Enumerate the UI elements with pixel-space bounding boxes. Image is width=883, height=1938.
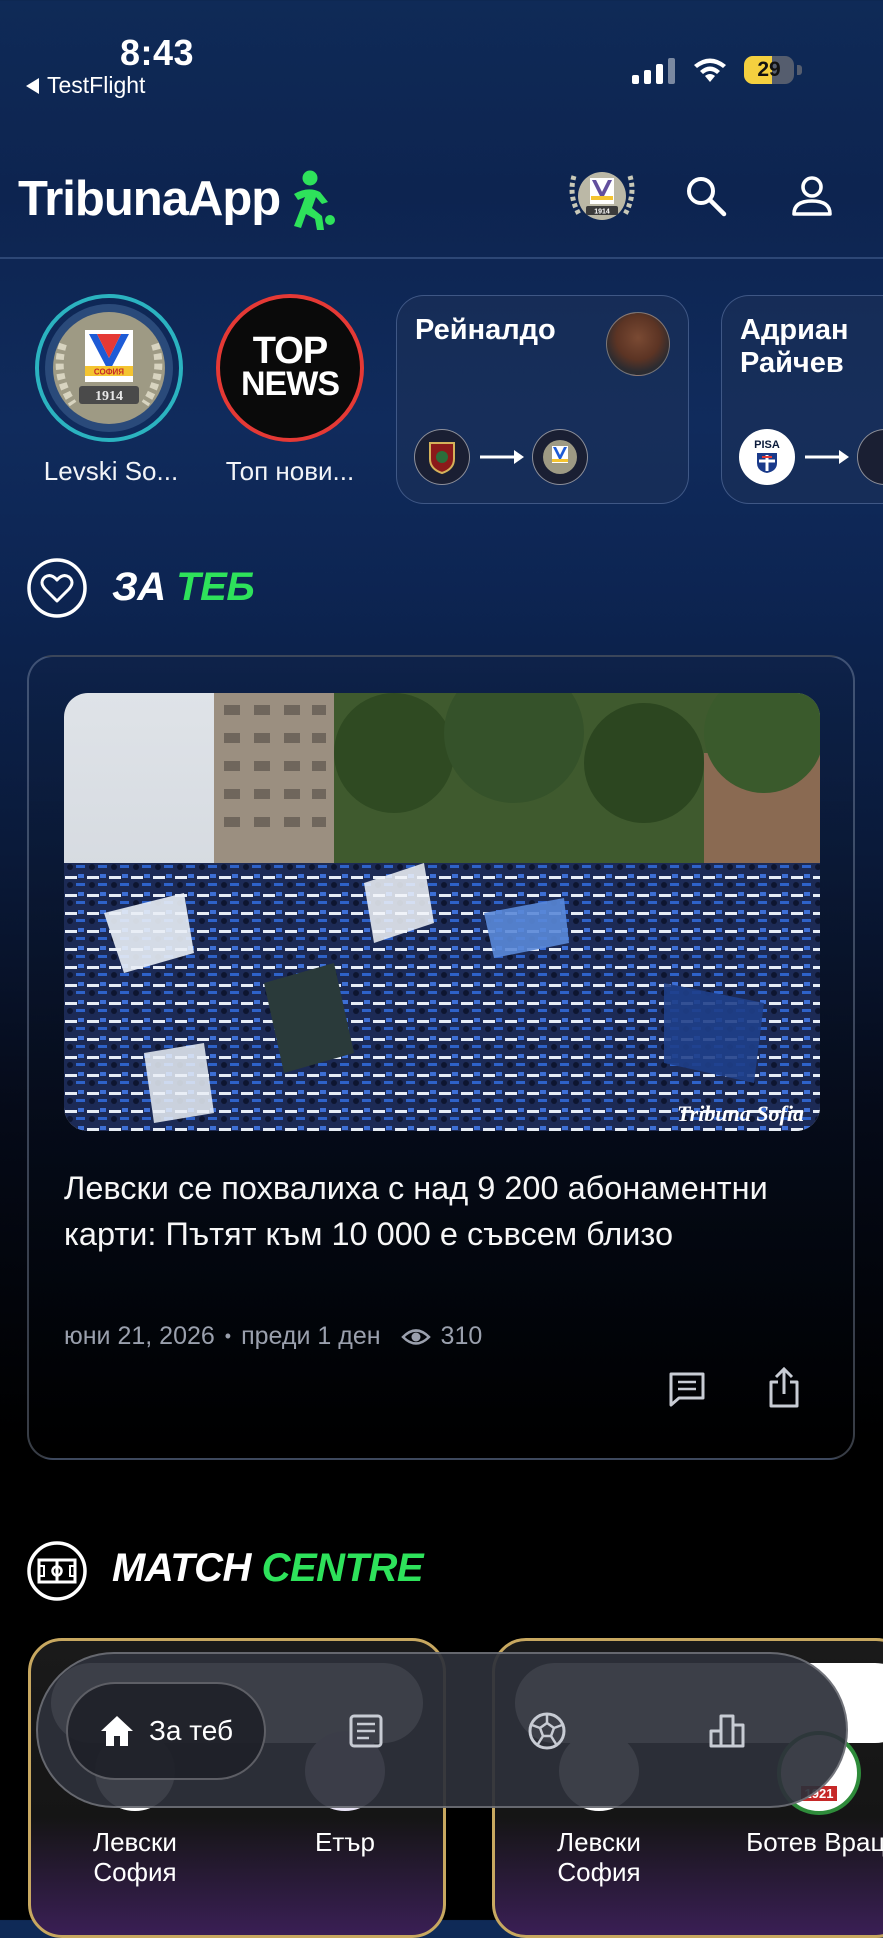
photo-watermark: Tribuna Sofia xyxy=(677,1101,804,1126)
article-date: юни 21, 2026 xyxy=(64,1322,215,1350)
football-icon xyxy=(528,1712,566,1750)
pisa-crest-label: PISA xyxy=(754,439,780,451)
meta-separator: • xyxy=(224,1326,232,1346)
pitch-icon xyxy=(27,1541,87,1601)
article-photo[interactable]: Tribuna Sofia xyxy=(64,693,820,1131)
player-photo xyxy=(606,312,670,376)
story-top-news-label: Топ нови... xyxy=(225,456,355,486)
eye-icon xyxy=(400,1328,431,1345)
header-divider xyxy=(0,257,883,259)
cellular-signal-icon xyxy=(632,58,675,84)
story-top-news-avatar: TOP NEWS xyxy=(216,294,364,442)
home-team-name-line1: Левски xyxy=(93,1827,177,1857)
stadium-crowd-image: Tribuna Sofia xyxy=(64,693,820,1131)
to-club-crest-icon xyxy=(532,429,588,485)
home-team-name-line2: София xyxy=(93,1857,177,1887)
for-you-title: ЗА ТЕБ xyxy=(112,565,255,610)
heart-icon xyxy=(27,558,87,618)
battery-icon: 29 xyxy=(744,56,794,84)
tab-for-you-label: За теб xyxy=(148,1715,234,1746)
article-relative-time: преди 1 ден xyxy=(241,1322,381,1350)
home-icon xyxy=(100,1716,133,1746)
back-arrow-icon xyxy=(26,77,39,94)
match-centre-title-green: CENTRE xyxy=(261,1546,424,1590)
article-meta: юни 21, 2026 • преди 1 ден 310 xyxy=(64,1322,482,1351)
status-time: 8:43 xyxy=(120,32,195,73)
transfer-player-name: Рейналдо xyxy=(415,314,556,346)
top-news-badge-line2: NEWS xyxy=(241,365,340,403)
story-levski-label: Levski So... xyxy=(43,456,179,486)
battery-cap xyxy=(797,65,802,75)
svg-text:1914: 1914 xyxy=(594,209,610,216)
transfer-arrow-icon xyxy=(480,450,524,464)
battery-level: 29 xyxy=(757,58,781,81)
home-team-name: Левски София xyxy=(45,1827,225,1887)
transfer-player-name-line2: Райчев xyxy=(740,347,844,379)
tab-for-you[interactable]: За теб xyxy=(66,1682,266,1780)
tab-standings[interactable] xyxy=(702,1706,752,1756)
back-to-testflight[interactable]: TestFlight xyxy=(26,72,145,99)
app-logo-text: TribunaApp xyxy=(18,172,281,226)
app-logo: TribunaApp xyxy=(18,166,336,232)
svg-text:СОФИЯ: СОФИЯ xyxy=(94,368,124,377)
top-news-badge-line1: TOP xyxy=(252,330,328,372)
away-team-name: Етър xyxy=(315,1827,375,1857)
story-top-news[interactable]: TOP NEWS xyxy=(216,294,364,442)
news-icon xyxy=(349,1714,383,1748)
team-crest-icon[interactable]: 1914 xyxy=(566,166,638,226)
back-app-label: TestFlight xyxy=(47,72,146,98)
transfer-arrow-icon-2 xyxy=(805,450,849,464)
tab-news[interactable] xyxy=(341,1706,391,1756)
share-icon[interactable] xyxy=(766,1366,802,1410)
search-icon[interactable] xyxy=(684,174,728,218)
svg-text:1914: 1914 xyxy=(95,389,123,404)
from-club-crest-icon xyxy=(414,429,470,485)
article-headline[interactable]: Левски се похвалиха с над 9 200 абонамен… xyxy=(64,1165,824,1257)
wifi-icon xyxy=(694,58,726,82)
home-team-name-2-line2: София xyxy=(557,1857,641,1887)
for-you-title-green: ТЕБ xyxy=(176,565,255,609)
for-you-title-white: ЗА xyxy=(112,565,166,609)
transfer-player-name-line1: Адриан xyxy=(740,314,849,346)
away-team-name-2: Ботев Враца xyxy=(746,1827,883,1857)
runner-icon xyxy=(294,170,336,230)
home-team-name-2: Левски София xyxy=(509,1827,689,1887)
story-levski-avatar: СОФИЯ 1914 xyxy=(35,294,183,442)
article-views: 310 xyxy=(440,1322,483,1350)
comments-icon[interactable] xyxy=(667,1370,707,1408)
user-icon[interactable] xyxy=(790,174,834,218)
tab-matches[interactable] xyxy=(522,1706,572,1756)
levski-crest-icon: СОФИЯ 1914 xyxy=(45,304,173,432)
pisa-crest-icon: PISA xyxy=(739,429,795,485)
home-team-name-2-line1: Левски xyxy=(557,1827,641,1857)
match-centre-title-white: MATCH xyxy=(112,1546,251,1590)
standings-icon xyxy=(709,1714,745,1748)
match-centre-title: MATCH CENTRE xyxy=(112,1546,424,1591)
story-levski[interactable]: СОФИЯ 1914 xyxy=(35,294,183,442)
